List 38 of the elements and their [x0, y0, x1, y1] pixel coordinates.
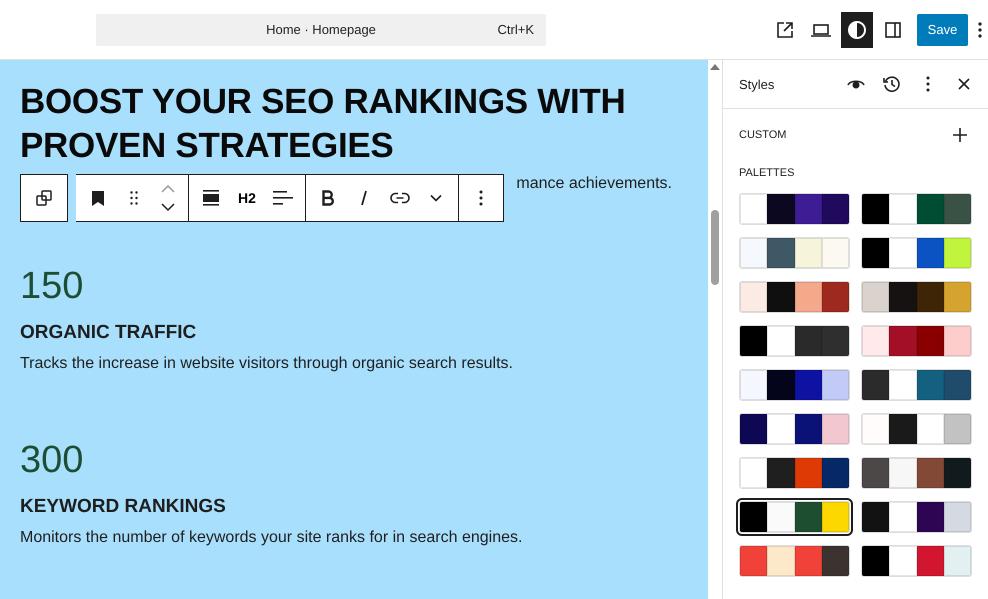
palette-option[interactable]	[861, 325, 972, 357]
palette-option[interactable]	[739, 325, 850, 357]
command-bar[interactable]: Home · Homepage Ctrl+K	[96, 14, 546, 46]
intro-text: mance achievements.	[516, 174, 672, 194]
palette-option[interactable]	[739, 545, 850, 577]
panel-title: Styles	[739, 76, 774, 92]
palette-option[interactable]	[739, 413, 850, 445]
palette-option[interactable]	[739, 369, 850, 401]
palette-option[interactable]	[861, 457, 972, 489]
stat-number: 300	[20, 438, 84, 482]
palette-option[interactable]	[739, 501, 850, 533]
scrollbar[interactable]	[708, 60, 723, 599]
palette-option[interactable]	[861, 501, 972, 533]
palette-option[interactable]	[861, 545, 972, 577]
palette-option[interactable]	[861, 413, 972, 445]
palette-option[interactable]	[861, 369, 972, 401]
page-heading: BOOST YOUR SEO RANKINGS WITH PROVEN STRATEGIES	[20, 81, 626, 167]
section-label: PALETTES	[738, 166, 796, 181]
transform-icon[interactable]	[20, 174, 68, 222]
stat-description: Monitors the number of keywords your site ranks for in search engines.	[20, 528, 524, 548]
scrollbar-thumb[interactable]	[711, 210, 719, 285]
stat-number: 150	[20, 264, 84, 308]
save-button[interactable]: Save	[917, 14, 968, 46]
section-label: CUSTOM	[739, 129, 786, 141]
contrast-icon[interactable]	[841, 12, 873, 48]
palette-option[interactable]	[861, 237, 972, 269]
stat-title: KEYWORD RANKINGS	[20, 495, 227, 519]
palette-option[interactable]	[739, 237, 850, 269]
page-title: Home · Homepage	[266, 22, 376, 37]
scroll-up-icon[interactable]	[710, 64, 720, 70]
palette-option[interactable]	[861, 281, 972, 313]
palette-option[interactable]	[861, 193, 972, 225]
stat-title: ORGANIC TRAFFIC	[20, 321, 198, 345]
shortcut-hint: Ctrl+K	[498, 22, 534, 37]
stat-description: Tracks the increase in website visitors through organic search results.	[20, 354, 514, 374]
palette-option[interactable]	[739, 281, 850, 313]
palette-option[interactable]	[739, 457, 850, 489]
palette-option[interactable]	[739, 193, 850, 225]
